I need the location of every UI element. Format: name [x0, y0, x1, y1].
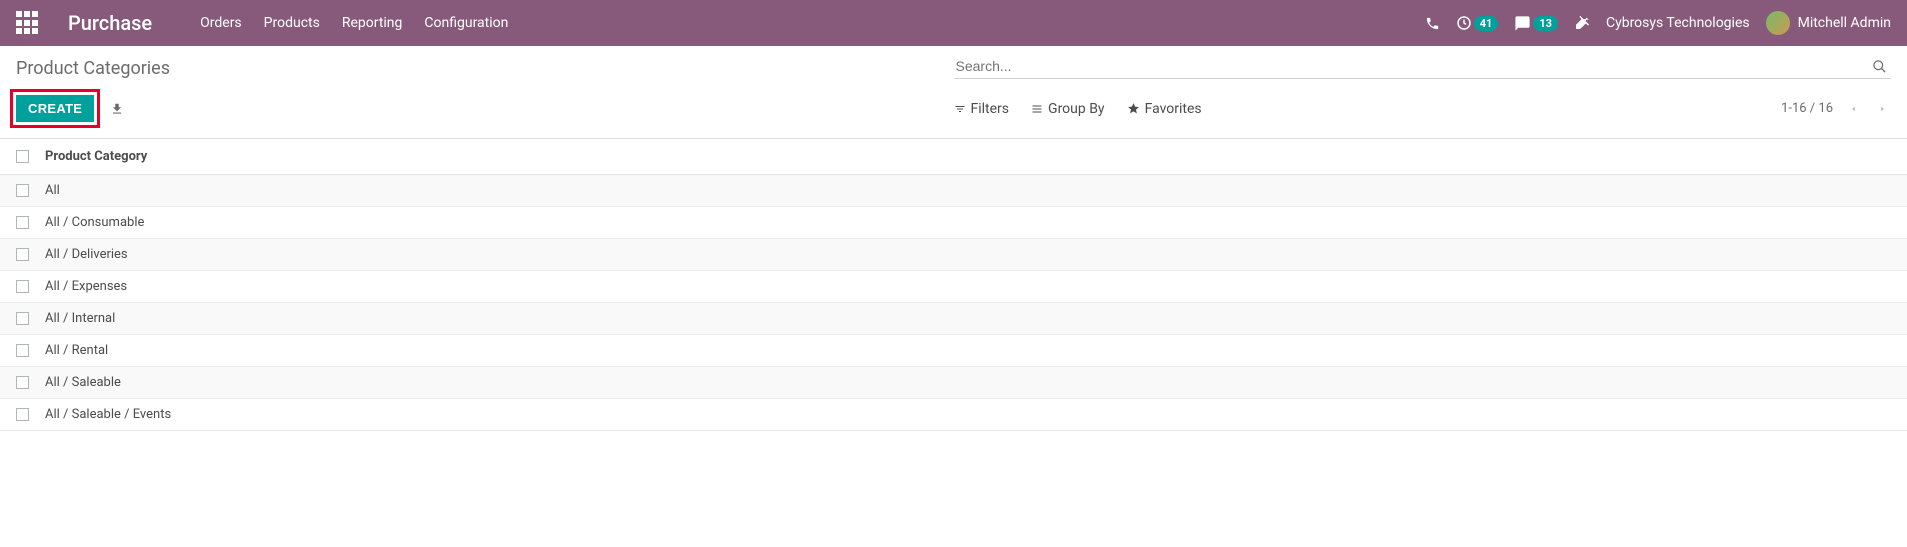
favorites-button[interactable]: Favorites [1127, 101, 1202, 117]
nav-configuration[interactable]: Configuration [424, 15, 508, 31]
create-highlight: CREATE [10, 89, 100, 128]
search-options: Filters Group By Favorites [954, 101, 1202, 117]
breadcrumb: Product Categories [16, 54, 954, 79]
search-input[interactable] [954, 54, 1869, 78]
row-checkbox[interactable] [16, 408, 29, 421]
apps-icon[interactable] [16, 11, 40, 35]
row-checkbox[interactable] [16, 376, 29, 389]
column-header[interactable]: Product Category [37, 139, 1907, 175]
company-switcher[interactable]: Cybrosys Technologies [1606, 15, 1750, 31]
table-row[interactable]: All / Consumable [0, 207, 1907, 239]
category-name[interactable]: All / Rental [37, 335, 1907, 367]
row-checkbox[interactable] [16, 344, 29, 357]
pager-prev[interactable] [1845, 100, 1862, 118]
category-name[interactable]: All / Saleable / Events [37, 399, 1907, 431]
nav-products[interactable]: Products [264, 15, 320, 31]
table-row[interactable]: All [0, 175, 1907, 207]
table-row[interactable]: All / Internal [0, 303, 1907, 335]
navbar: Purchase Orders Products Reporting Confi… [0, 0, 1907, 46]
category-name[interactable]: All / Expenses [37, 271, 1907, 303]
category-name[interactable]: All [37, 175, 1907, 207]
control-panel: Product Categories CREATE Filters [0, 46, 1907, 139]
filters-button[interactable]: Filters [954, 101, 1010, 117]
pager: 1-16 / 16 [1781, 100, 1891, 118]
nav-reporting[interactable]: Reporting [342, 15, 403, 31]
row-checkbox[interactable] [16, 216, 29, 229]
row-checkbox[interactable] [16, 312, 29, 325]
table-row[interactable]: All / Saleable [0, 367, 1907, 399]
row-checkbox[interactable] [16, 184, 29, 197]
groupby-button[interactable]: Group By [1031, 101, 1105, 117]
user-menu[interactable]: Mitchell Admin [1766, 11, 1891, 35]
filters-label: Filters [971, 101, 1010, 117]
row-checkbox[interactable] [16, 280, 29, 293]
avatar [1766, 11, 1790, 35]
activity-badge: 41 [1474, 16, 1499, 31]
category-name[interactable]: All / Deliveries [37, 239, 1907, 271]
wrench-icon[interactable] [1574, 15, 1590, 31]
nav-menu: Orders Products Reporting Configuration [200, 15, 508, 31]
phone-icon[interactable] [1425, 16, 1440, 31]
category-name[interactable]: All / Saleable [37, 367, 1907, 399]
groupby-label: Group By [1048, 101, 1105, 117]
table-row[interactable]: All / Expenses [0, 271, 1907, 303]
nav-right: 41 13 Cybrosys Technologies Mitchell Adm… [1425, 11, 1891, 35]
row-checkbox[interactable] [16, 248, 29, 261]
search-wrap [954, 54, 1892, 79]
nav-orders[interactable]: Orders [200, 15, 242, 31]
app-name[interactable]: Purchase [68, 11, 152, 35]
user-name: Mitchell Admin [1798, 15, 1891, 31]
import-button[interactable] [110, 102, 124, 116]
table-row[interactable]: All / Deliveries [0, 239, 1907, 271]
pager-next[interactable] [1874, 100, 1891, 118]
favorites-label: Favorites [1145, 101, 1202, 117]
messages-badge: 13 [1533, 16, 1558, 31]
select-all-checkbox[interactable] [16, 150, 29, 163]
category-table: Product Category AllAll / ConsumableAll … [0, 139, 1907, 431]
create-button[interactable]: CREATE [16, 95, 94, 122]
category-name[interactable]: All / Consumable [37, 207, 1907, 239]
activity-icon[interactable]: 41 [1456, 15, 1499, 31]
pager-range[interactable]: 1-16 / 16 [1781, 101, 1833, 116]
table-row[interactable]: All / Rental [0, 335, 1907, 367]
messages-icon[interactable]: 13 [1514, 15, 1558, 32]
table-row[interactable]: All / Saleable / Events [0, 399, 1907, 431]
search-icon[interactable] [1868, 59, 1891, 74]
category-name[interactable]: All / Internal [37, 303, 1907, 335]
